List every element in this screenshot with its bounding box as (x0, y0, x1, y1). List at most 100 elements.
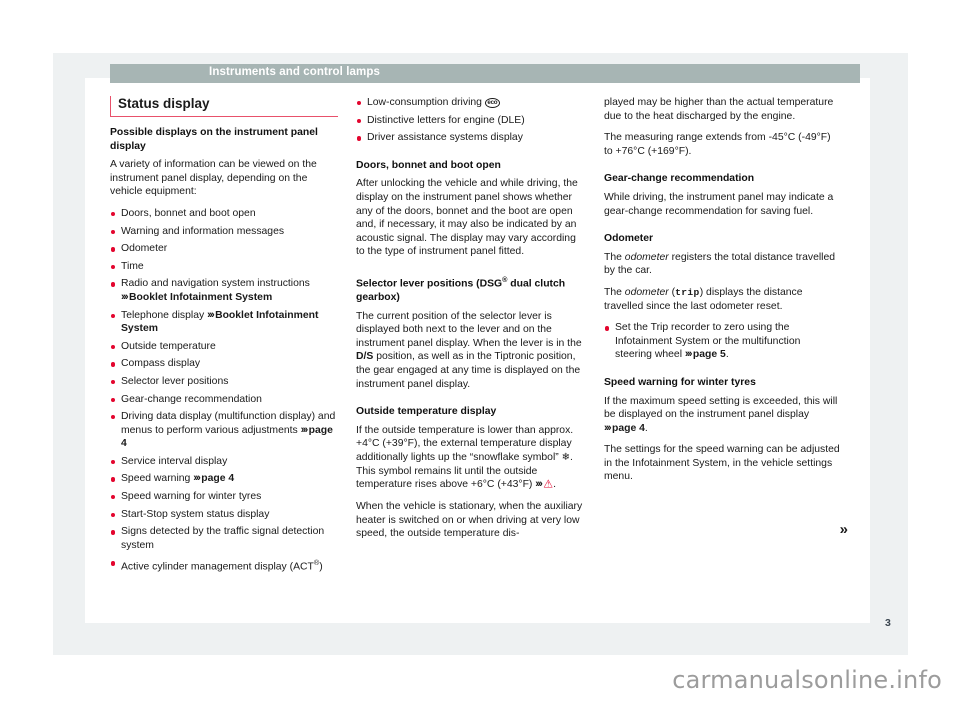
heading-gear-change-recommendation: Gear-change recommendation (604, 173, 755, 185)
list-item: Low-consumption driving eco (356, 96, 584, 110)
list-item: Gear-change recommendation (110, 393, 338, 407)
paragraph-odo1-part-a: The (604, 251, 625, 263)
paragraph-temp-part-1: If the outside temperature is lower than… (356, 424, 574, 463)
list-item: Radio and navigation system instructions… (110, 277, 338, 304)
list-item: Speed warning ››› page 4 (110, 472, 338, 486)
heading-possible-displays: Possible displays on the instrument pane… (110, 127, 318, 152)
term-odometer: odometer (624, 286, 669, 298)
paragraph-selector-part-1: The current position of the selector lev… (356, 310, 582, 349)
paragraph-speed-part-1b: . (644, 422, 648, 434)
continuation-arrow-icon: » (839, 521, 848, 538)
list-item: Set the Trip recorder to zero using the … (604, 321, 840, 362)
list-item-label: Odometer (121, 243, 168, 255)
list-item: Driving data display (multifunction disp… (110, 410, 338, 451)
list-item-label: Doors, bonnet and boot open (121, 207, 256, 219)
list-item-label: Compass display (121, 358, 201, 370)
paragraph-odo2-part-a: The (604, 286, 625, 298)
paragraph-speed-part-1: If the maximum speed setting is exceeded… (604, 395, 838, 421)
chevrons-right-icon: ››› (300, 423, 309, 436)
cross-reference-label: page 4 (612, 422, 645, 434)
paragraph-gear-change-recommendation: While driving, the instrument panel may … (604, 191, 834, 217)
list-item: Compass display (110, 357, 338, 371)
list-item: Selector lever positions (110, 375, 338, 389)
paragraph-outside-temperature: If the outside temperature is lower than… (356, 424, 584, 492)
display-token-trip: trip (675, 286, 700, 298)
term-odometer: odometer (624, 251, 669, 263)
list-possible-displays: Doors, bonnet and boot open Warning and … (110, 207, 338, 575)
list-item-label: Outside temperature (121, 340, 216, 352)
list-item-label: Gear-change recommendation (121, 393, 262, 405)
list-item: Telephone display ››› Booklet Infotainmen… (110, 309, 338, 336)
cross-reference-label: page 5 (692, 349, 726, 361)
paragraph-selector-lever: The current position of the selector lev… (356, 310, 584, 392)
list-item: Doors, bonnet and boot open (110, 207, 338, 221)
cross-reference[interactable]: ››› page 4 (193, 472, 235, 485)
chevrons-right-icon: ››› (604, 421, 612, 434)
list-item: Distinctive letters for engine (DLE) (356, 114, 584, 128)
snowflake-icon: ❄ (561, 451, 570, 463)
list-item-label: Service interval display (121, 455, 228, 467)
list-item-label: Driver assistance systems display (367, 132, 523, 144)
heading-selector-part-a: Selector lever positions (DSG (356, 278, 503, 290)
list-item-tail: . (725, 349, 729, 361)
chevrons-right-icon: ››› (121, 290, 129, 303)
list-possible-displays-continued: Low-consumption driving eco Distinctive … (356, 96, 584, 145)
page-number: 3 (885, 617, 891, 629)
page-viewport: Instruments and control lamps Status dis… (0, 0, 960, 708)
list-item-label: Active cylinder management display (ACT (121, 561, 314, 573)
section-title: Status display (110, 96, 338, 117)
column-2: Low-consumption driving eco Distinctive … (356, 96, 584, 616)
list-item: Driver assistance systems display (356, 131, 584, 145)
gear-position-ds: D/S (356, 351, 374, 363)
warning-triangle-icon: ⚠ (543, 478, 554, 491)
list-item-label: Start-Stop system status display (121, 508, 270, 520)
running-header-title: Instruments and control lamps (209, 66, 380, 78)
paragraph-outside-temperature-stationary: When the vehicle is stationary, when the… (356, 501, 583, 540)
paragraph-speed-warning-settings: The settings for the speed warning can b… (604, 444, 840, 483)
paragraph-selector-part-2: position, as well as in the Tiptronic po… (356, 351, 581, 390)
cross-reference[interactable]: ››› page 4 (604, 421, 645, 434)
heading-odometer: Odometer (604, 233, 654, 245)
list-item: Start-Stop system status display (110, 508, 338, 522)
column-3: played may be higher than the actual tem… (604, 96, 848, 616)
list-item-label: Selector lever positions (121, 375, 229, 387)
heading-outside-temperature-display: Outside temperature display (356, 406, 497, 418)
column-1: Status display Possible displays on the … (110, 96, 338, 616)
cross-reference-label: page 4 (201, 473, 235, 485)
list-item-label: Time (121, 260, 144, 272)
list-item: Speed warning for winter tyres (110, 490, 338, 504)
cross-reference[interactable]: ››› Booklet Infotainment System (121, 290, 273, 303)
paragraph-odometer-total: The odometer registers the total distanc… (604, 251, 840, 278)
list-item-label: Distinctive letters for engine (DLE) (367, 114, 525, 126)
paragraph-odometer-trip: The odometer (trip) displays the distanc… (604, 286, 840, 313)
list-item: Time (110, 260, 338, 274)
eco-badge-icon: eco (484, 98, 500, 108)
list-item-label: Speed warning for winter tyres (121, 491, 262, 503)
list-item: Service interval display (110, 455, 338, 469)
list-item-label: Signs detected by the traffic signal det… (121, 526, 325, 551)
paragraph-intro: A variety of information can be viewed o… (110, 159, 317, 198)
list-item-label: Low-consumption driving (367, 97, 482, 108)
list-item-label: Speed warning (121, 473, 191, 485)
chevrons-right-icon: ››› (684, 348, 693, 361)
paragraph-temperature-continued: played may be higher than the actual tem… (604, 97, 834, 122)
paragraph-doors-bonnet-boot: After unlocking the vehicle and while dr… (356, 178, 578, 258)
list-item-label: Radio and navigation system instructions (121, 278, 310, 290)
list-item: Active cylinder management display (ACT®… (110, 556, 338, 574)
heading-doors-bonnet-boot: Doors, bonnet and boot open (356, 159, 501, 171)
list-trip-recorder: Set the Trip recorder to zero using the … (604, 321, 840, 362)
cross-reference-label: Booklet Infotainment System (129, 291, 273, 303)
heading-selector-lever-positions: Selector lever positions (DSG® dual clut… (356, 273, 584, 305)
heading-speed-warning-winter-tyres: Speed warning for winter tyres (604, 376, 756, 388)
list-item-label: Telephone display (121, 309, 205, 321)
list-item: Outside temperature (110, 340, 338, 354)
paragraph-speed-warning: If the maximum speed setting is exceeded… (604, 395, 840, 436)
watermark-text: carmanualsonline.info (672, 666, 942, 694)
paragraph-temp-part-3: . (553, 479, 557, 491)
running-header-bar: Instruments and control lamps (110, 64, 860, 83)
list-item: Signs detected by the traffic signal det… (110, 525, 338, 552)
list-item-label: Warning and information messages (121, 225, 285, 237)
chevrons-right-icon: ››› (207, 308, 215, 321)
list-item-tail: ) (319, 561, 323, 573)
cross-reference[interactable]: ››› page 5 (684, 348, 726, 361)
